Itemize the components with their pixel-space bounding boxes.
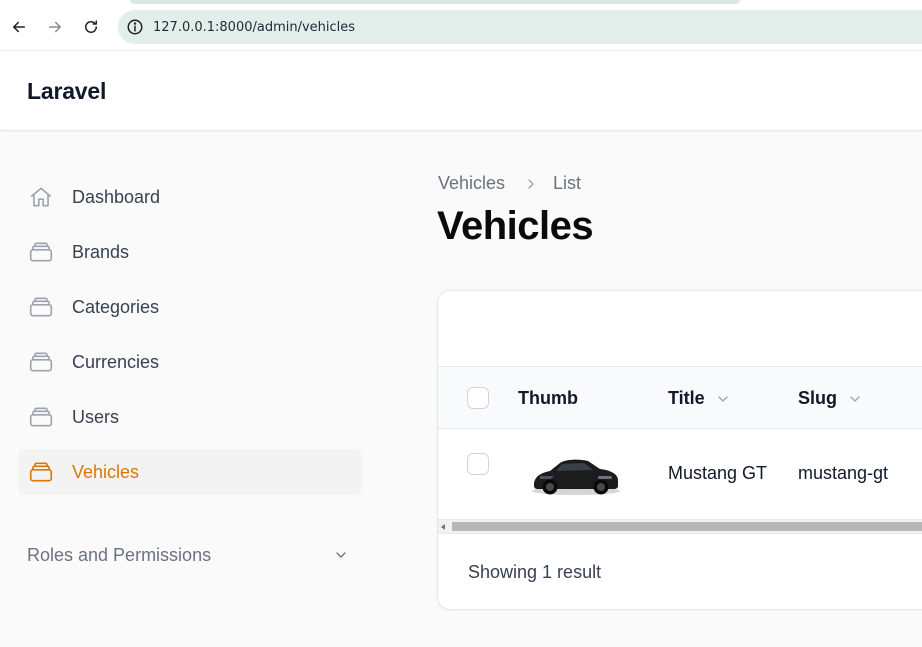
sidebar-group-roles-and-permissions[interactable]: Roles and Permissions [27,537,349,573]
scroll-left-icon[interactable] [441,524,445,530]
sidebar-item-vehicles[interactable]: Vehicles [18,449,362,495]
reload-button[interactable] [78,14,104,40]
cell-slug[interactable]: mustang-gt [798,463,888,484]
table-header: Thumb Title Slug [438,367,922,429]
vehicles-table-card: Thumb Title Slug Mustang GT mustang-gt S… [437,290,922,610]
select-all-checkbox[interactable] [467,387,489,409]
sidebar-item-label: Dashboard [72,186,161,207]
column-header-label: Slug [798,388,837,408]
reload-icon [85,20,97,33]
row-checkbox[interactable] [467,453,489,475]
breadcrumb-item-vehicles[interactable]: Vehicles [438,173,505,194]
info-icon[interactable] [126,18,144,36]
breadcrumb-item-list: List [553,173,582,193]
rectangle-stack-icon [29,462,53,482]
chevron-down-icon [718,395,728,402]
address-bar[interactable]: 127.0.0.1:8000/admin/vehicles [118,10,922,44]
back-arrow-icon [13,21,25,33]
active-tab-edge [130,0,740,4]
column-header-label: Thumb [518,388,578,408]
sidebar-item-label: Users [72,406,120,427]
chevron-right-icon [528,178,534,189]
sidebar-item-categories[interactable]: Categories [18,284,362,330]
breadcrumb: Vehicles List [438,173,581,194]
sidebar: Dashboard Brands Categories Currencies U… [0,132,380,647]
sidebar-item-label: Categories [72,296,160,317]
scrollbar-thumb[interactable] [452,522,922,531]
pagination-summary: Showing 1 result [468,562,602,582]
page-title: Vehicles [437,204,594,248]
rectangle-stack-icon [29,297,53,317]
column-header-label: Title [668,388,705,408]
rectangle-stack-icon [29,352,53,372]
column-header-slug[interactable]: Slug [798,388,863,409]
column-header-title[interactable]: Title [668,388,731,409]
table-footer: Showing 1 result [438,533,922,609]
sidebar-item-label: Vehicles [72,461,140,482]
app-header: Laravel [0,50,922,131]
sidebar-item-users[interactable]: Users [18,394,362,440]
chevron-down-icon[interactable] [333,547,349,563]
table-toolbar [438,291,922,367]
brand-logo[interactable]: Laravel [27,78,106,105]
sidebar-group-label: Roles and Permissions [27,544,212,565]
back-button[interactable] [6,14,32,40]
rectangle-stack-icon [29,407,53,427]
browser-toolbar: 127.0.0.1:8000/admin/vehicles [0,0,922,50]
car-thumbnail [532,459,620,495]
horizontal-scrollbar[interactable] [438,519,922,533]
home-icon [30,187,52,207]
table-row[interactable]: Mustang GT mustang-gt [438,429,922,519]
rectangle-stack-icon [29,242,53,262]
sidebar-item-dashboard[interactable]: Dashboard [18,174,362,220]
chevron-down-icon [850,395,860,402]
sidebar-item-label: Brands [72,241,130,262]
cell-title[interactable]: Mustang GT [668,463,767,484]
sidebar-item-currencies[interactable]: Currencies [18,339,362,385]
url-text[interactable]: 127.0.0.1:8000/admin/vehicles [153,20,355,35]
column-header-thumb: Thumb [518,388,578,409]
forward-button[interactable] [42,14,68,40]
forward-arrow-icon [49,21,61,33]
sidebar-item-brands[interactable]: Brands [18,229,362,275]
sidebar-item-label: Currencies [72,351,160,372]
